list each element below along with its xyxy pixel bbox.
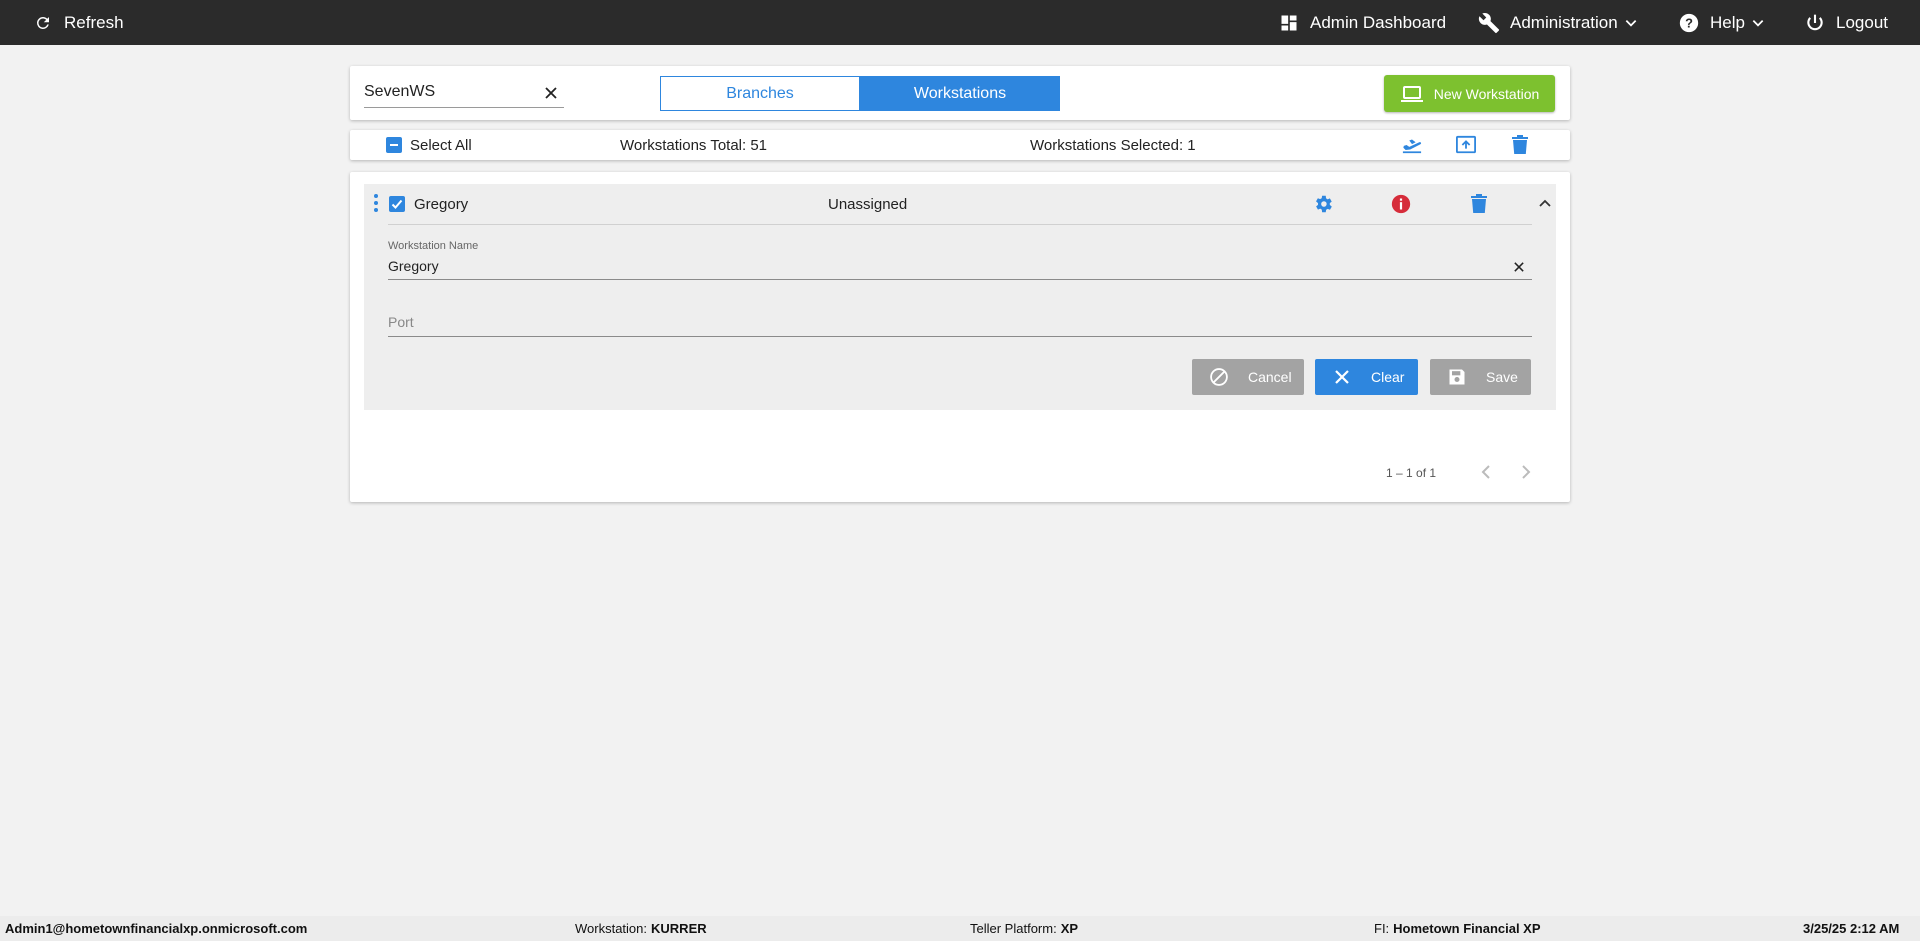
close-icon <box>545 87 557 99</box>
workstations-selected: Workstations Selected: 1 <box>1030 136 1196 154</box>
footer-platform-label: Teller Platform: <box>970 921 1057 936</box>
pagination-range: 1 – 1 of 1 <box>1386 466 1437 480</box>
delete-row-button[interactable] <box>1468 193 1490 215</box>
trash-icon <box>1512 135 1528 154</box>
next-page-button[interactable] <box>1516 462 1536 482</box>
footer-workstation: Workstation: KURRER <box>575 916 707 941</box>
select-all-checkbox[interactable] <box>386 137 402 153</box>
workstation-status: Unassigned <box>828 195 908 213</box>
tab-branches[interactable]: Branches <box>660 76 860 111</box>
footer-fi: FI: Hometown Financial XP <box>1374 916 1541 941</box>
help-icon: ? <box>1678 12 1700 34</box>
help-label: Help <box>1710 12 1745 32</box>
info-button[interactable] <box>1390 193 1412 215</box>
administration-menu[interactable]: Administration <box>1478 0 1638 45</box>
search-input[interactable] <box>364 80 534 104</box>
export-button[interactable] <box>1454 134 1478 156</box>
select-all-label: Select All <box>410 136 472 154</box>
footer-workstation-label: Workstation: <box>575 921 648 936</box>
logout-label: Logout <box>1836 12 1888 32</box>
footer-platform-value: XP <box>1060 921 1079 936</box>
chevron-down-icon <box>1752 19 1764 27</box>
workstation-name-input[interactable] <box>388 256 1488 276</box>
previous-page-button[interactable] <box>1476 462 1496 482</box>
laptop-icon <box>1400 85 1424 103</box>
footer-fi-value: Hometown Financial XP <box>1393 921 1541 936</box>
tab-workstations[interactable]: Workstations <box>860 76 1060 111</box>
info-icon <box>1391 194 1411 214</box>
port-field <box>388 308 1532 337</box>
chevron-down-icon <box>1625 19 1637 27</box>
save-icon <box>1446 366 1468 388</box>
chevron-up-icon <box>1539 199 1551 207</box>
check-icon <box>391 199 403 209</box>
row-divider <box>388 224 1532 225</box>
workstation-list-card: Gregory Unassigned Workstation Name Greg… <box>350 172 1570 502</box>
close-icon <box>1331 366 1353 388</box>
new-workstation-label: New Workstation <box>1433 85 1540 102</box>
drag-handle-icon[interactable] <box>374 194 378 212</box>
workstations-total: Workstations Total: 51 <box>620 136 768 154</box>
ban-icon <box>1208 366 1230 388</box>
clear-button[interactable]: Clear <box>1315 359 1418 395</box>
clear-label: Clear <box>1371 369 1405 385</box>
port-input[interactable] <box>388 312 1488 332</box>
workstation-row-expanded: Gregory Unassigned Workstation Name Greg… <box>364 184 1556 410</box>
refresh-label: Refresh <box>64 12 124 32</box>
wrench-icon <box>1478 12 1500 34</box>
save-label: Save <box>1486 369 1518 385</box>
view-toggle: Branches Workstations <box>660 76 1060 111</box>
refresh-button[interactable]: Refresh <box>32 0 124 45</box>
trash-icon <box>1471 194 1487 213</box>
power-icon <box>1804 12 1826 34</box>
status-footer: Admin1@hometownfinancialxp.onmicrosoft.c… <box>0 916 1920 941</box>
help-menu[interactable]: ? Help <box>1678 0 1765 45</box>
top-bar: Refresh Admin Dashboard Administration ?… <box>0 0 1920 45</box>
row-checkbox[interactable] <box>389 196 405 212</box>
clear-search-button[interactable] <box>542 84 560 102</box>
airplane-icon <box>1402 139 1422 154</box>
administration-label: Administration <box>1510 12 1618 32</box>
admin-dashboard-link[interactable]: Admin Dashboard <box>1278 0 1446 45</box>
chevron-right-icon <box>1522 465 1531 479</box>
settings-button[interactable] <box>1312 193 1334 215</box>
chevron-left-icon <box>1481 465 1490 479</box>
close-icon <box>1514 262 1524 272</box>
logout-button[interactable]: Logout <box>1804 0 1888 45</box>
upload-icon <box>1456 135 1476 154</box>
footer-user: Admin1@hometownfinancialxp.onmicrosoft.c… <box>5 921 308 936</box>
workstation-name-label: Workstation Name <box>388 240 479 252</box>
workstation-row-header[interactable]: Gregory Unassigned <box>364 184 1556 224</box>
admin-dashboard-label: Admin Dashboard <box>1310 12 1447 32</box>
cancel-button[interactable]: Cancel <box>1192 359 1304 395</box>
move-button[interactable] <box>1400 134 1424 156</box>
toolbar-card: Branches Workstations New Workstation <box>350 66 1570 120</box>
new-workstation-button[interactable]: New Workstation <box>1384 75 1555 112</box>
save-button[interactable]: Save <box>1430 359 1531 395</box>
svg-text:?: ? <box>1685 15 1693 30</box>
footer-datetime: 3/25/25 2:12 AM <box>1803 921 1900 936</box>
minus-icon <box>390 144 398 146</box>
gear-icon <box>1316 195 1332 213</box>
refresh-icon <box>32 12 54 34</box>
cancel-label: Cancel <box>1248 369 1292 385</box>
dashboard-icon <box>1278 12 1300 34</box>
footer-platform: Teller Platform: XP <box>970 916 1078 941</box>
select-all-control[interactable]: Select All <box>386 130 472 160</box>
search-field <box>364 78 564 108</box>
workstation-name-field: Workstation Name <box>388 240 1532 280</box>
workstation-name: Gregory <box>414 195 469 213</box>
clear-name-button[interactable] <box>1510 258 1528 276</box>
footer-workstation-value: KURRER <box>651 921 707 936</box>
collapse-button[interactable] <box>1534 193 1556 215</box>
selection-bar: Select All Workstations Total: 51 Workst… <box>350 130 1570 160</box>
delete-selected-button[interactable] <box>1508 134 1532 156</box>
footer-fi-label: FI: <box>1374 921 1390 936</box>
